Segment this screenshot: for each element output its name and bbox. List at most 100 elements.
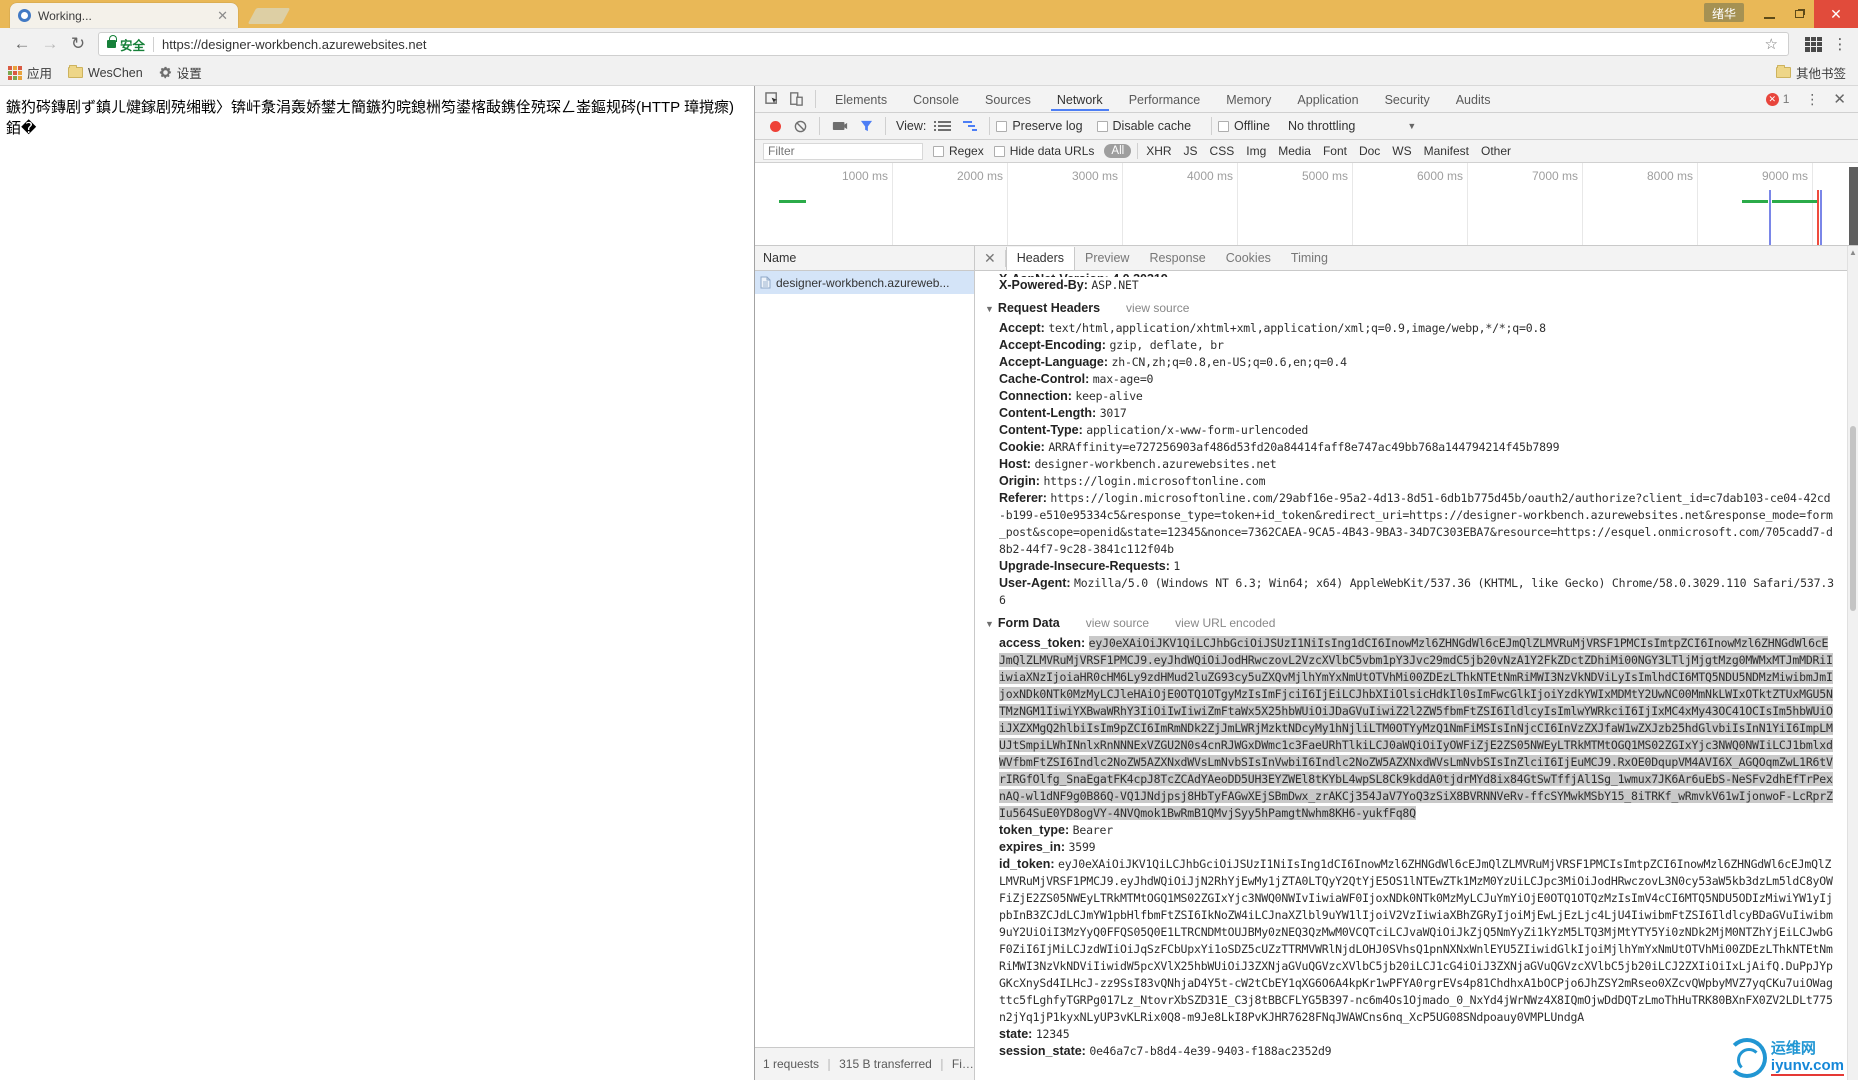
record-button[interactable] — [770, 120, 781, 132]
header-row: Host: designer-workbench.azurewebsites.n… — [999, 457, 1277, 471]
network-filter-row: Regex Hide data URLs All XHR JS CSS Img … — [755, 140, 1858, 163]
scrollbar-thumb[interactable] — [1850, 426, 1856, 611]
extension-icon[interactable] — [1805, 36, 1822, 52]
checkbox-icon — [1096, 120, 1108, 132]
hide-data-urls-checkbox[interactable]: Hide data URLs — [993, 144, 1094, 158]
screenshot-icon[interactable] — [832, 120, 848, 132]
timeline-green-bar — [1772, 200, 1817, 203]
inspect-element-icon[interactable] — [761, 89, 783, 109]
tab-console[interactable]: Console — [907, 88, 965, 111]
tab-memory[interactable]: Memory — [1220, 88, 1277, 111]
overview-toggle-icon[interactable] — [963, 119, 978, 133]
filter-type-media[interactable]: Media — [1278, 144, 1311, 158]
device-toolbar-icon[interactable] — [785, 89, 807, 109]
close-detail-icon[interactable]: ✕ — [975, 249, 1006, 267]
filter-type-manifest[interactable]: Manifest — [1424, 144, 1469, 158]
watermark-site-name: 运维网 — [1770, 1040, 1816, 1057]
view-url-encoded-link[interactable]: view URL encoded — [1175, 614, 1275, 632]
tab-headers[interactable]: Headers — [1005, 247, 1075, 270]
timeline-dcl-line — [1820, 190, 1822, 245]
filter-type-css[interactable]: CSS — [1210, 144, 1235, 158]
tab-timing[interactable]: Timing — [1281, 247, 1338, 269]
apps-shortcut[interactable]: 应用 — [8, 63, 52, 82]
browser-tab[interactable]: Working... ✕ — [10, 3, 238, 28]
tab-network[interactable]: Network — [1050, 88, 1109, 111]
tab-performance[interactable]: Performance — [1123, 88, 1207, 111]
detail-tabbar: ✕ Headers Preview Response Cookies Timin… — [975, 246, 1858, 271]
header-row: Cache-Control: max-age=0 — [999, 372, 1154, 386]
tab-close-icon[interactable]: ✕ — [215, 8, 230, 24]
list-view-icon[interactable] — [934, 119, 952, 133]
header-row: Connection: keep-alive — [999, 389, 1143, 403]
checkbox-icon — [996, 120, 1008, 132]
address-bar[interactable]: 安全 https://designer-workbench.azurewebsi… — [98, 32, 1789, 56]
finish-time: Fi… — [951, 1057, 974, 1071]
url-text[interactable]: https://designer-workbench.azurewebsites… — [162, 37, 1763, 52]
tab-application[interactable]: Application — [1291, 88, 1364, 111]
bookmark-star-icon[interactable]: ☆ — [1763, 35, 1780, 53]
filter-type-all[interactable]: All — [1104, 144, 1132, 158]
form-field-token-type: token_type: Bearer — [999, 823, 1113, 837]
view-source-link[interactable]: view source — [1086, 614, 1149, 632]
scroll-up-icon[interactable]: ▲ — [1848, 246, 1858, 257]
error-badge-icon[interactable]: ✕ — [1765, 92, 1779, 106]
triangle-down-icon[interactable]: ▼ — [985, 300, 994, 318]
offline-checkbox[interactable]: Offline — [1218, 119, 1270, 133]
browser-window: Working... ✕ 绪华 ✕ ← → ↻ 安全 https://desig… — [0, 0, 1858, 1080]
disable-cache-checkbox[interactable]: Disable cache — [1096, 119, 1191, 133]
form-field-session-state: session_state: 0e46a7c7-b8d4-4e39-9403-f… — [999, 1044, 1332, 1058]
header-row: User-Agent: Mozilla/5.0 (Windows NT 6.3;… — [999, 576, 1834, 607]
filter-type-img[interactable]: Img — [1246, 144, 1266, 158]
form-field-id-token: id_token: eyJ0eXAiOiJKV1QiLCJhbGciOiJSUz… — [999, 857, 1833, 1024]
bookmark-settings[interactable]: 设置 — [159, 63, 202, 82]
filter-icon[interactable] — [860, 120, 873, 132]
regex-checkbox[interactable]: Regex — [933, 144, 984, 158]
apps-grid-icon — [8, 65, 22, 80]
filter-type-font[interactable]: Font — [1323, 144, 1347, 158]
chrome-menu-icon[interactable]: ⋮ — [1830, 35, 1850, 53]
filter-type-ws[interactable]: WS — [1392, 144, 1411, 158]
refresh-icon[interactable]: ↻ — [64, 34, 92, 54]
tab-sources[interactable]: Sources — [979, 88, 1037, 111]
back-icon[interactable]: ← — [8, 34, 36, 54]
throttling-select[interactable]: No throttling — [1288, 119, 1355, 133]
filter-type-doc[interactable]: Doc — [1359, 144, 1380, 158]
tab-elements[interactable]: Elements — [829, 88, 893, 111]
request-row-selected[interactable]: designer-workbench.azureweb... — [755, 271, 974, 294]
preserve-log-checkbox[interactable]: Preserve log — [996, 119, 1083, 133]
window-close-button[interactable]: ✕ — [1814, 0, 1858, 28]
header-row: Content-Type: application/x-www-form-url… — [999, 423, 1309, 437]
tab-preview[interactable]: Preview — [1075, 247, 1139, 269]
filter-input[interactable] — [763, 142, 923, 160]
filter-type-xhr[interactable]: XHR — [1146, 144, 1171, 158]
detail-scrollbar[interactable]: ▲ — [1847, 246, 1858, 1080]
timeline-tick: 8000 ms — [1646, 169, 1693, 183]
tab-response[interactable]: Response — [1139, 247, 1215, 269]
overview-scrollbar[interactable] — [1849, 167, 1858, 245]
tab-cookies[interactable]: Cookies — [1216, 247, 1281, 269]
network-overview[interactable]: 1000 ms 2000 ms 3000 ms 4000 ms 5000 ms … — [755, 163, 1858, 246]
minimize-button[interactable] — [1754, 0, 1784, 28]
triangle-down-icon[interactable]: ▼ — [985, 615, 994, 633]
view-source-link[interactable]: view source — [1126, 299, 1189, 317]
clear-icon[interactable] — [794, 120, 807, 133]
headers-content[interactable]: X-AspNet-Version: 4.0.30319 X-Powered-By… — [975, 271, 1858, 1080]
tab-security[interactable]: Security — [1379, 88, 1436, 111]
new-tab-button[interactable] — [247, 8, 291, 24]
tab-audits[interactable]: Audits — [1450, 88, 1497, 111]
form-data-section[interactable]: ▼ Form Data view source view URL encoded — [985, 614, 1834, 633]
error-count[interactable]: 1 — [1783, 92, 1790, 106]
chevron-down-icon[interactable]: ▼ — [1407, 121, 1416, 131]
request-headers-section[interactable]: ▼ Request Headers view source — [985, 299, 1834, 318]
security-indicator[interactable]: 安全 — [107, 35, 145, 54]
other-bookmarks[interactable]: 其他书签 — [1775, 63, 1846, 82]
name-column-header[interactable]: Name — [755, 246, 974, 271]
forward-icon[interactable]: → — [36, 34, 64, 54]
devtools-menu-icon[interactable]: ⋮ — [1805, 91, 1819, 108]
folder-icon — [1775, 65, 1791, 78]
filter-type-other[interactable]: Other — [1481, 144, 1511, 158]
filter-type-js[interactable]: JS — [1184, 144, 1198, 158]
restore-button[interactable] — [1784, 0, 1814, 28]
bookmark-weschen[interactable]: WesChen — [68, 65, 143, 80]
devtools-close-icon[interactable]: ✕ — [1833, 90, 1846, 108]
